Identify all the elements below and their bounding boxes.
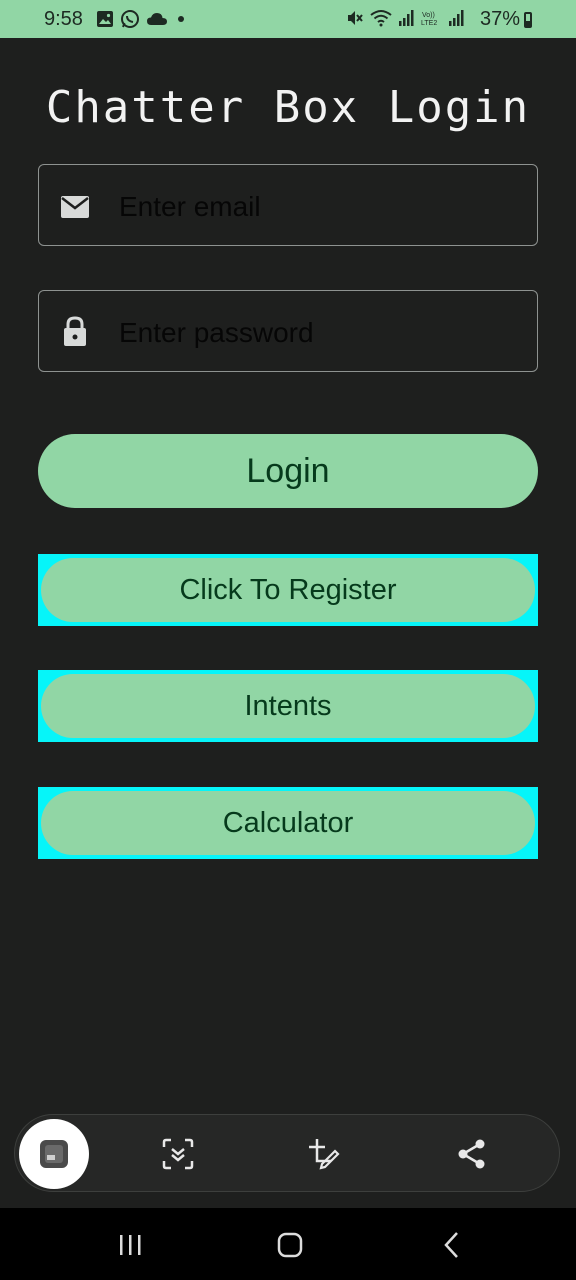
signal-icon [399,10,414,26]
back-icon[interactable] [434,1230,470,1260]
email-field[interactable] [38,164,538,246]
battery-icon [524,12,532,28]
register-button[interactable]: Click To Register [38,554,538,626]
signal-icon [449,10,464,26]
gallery-icon [97,11,113,27]
email-icon [61,196,89,218]
register-button-label[interactable]: Click To Register [41,558,535,622]
svg-text:LTE2: LTE2 [421,20,437,27]
screenshot-thumbnail[interactable] [19,1119,89,1189]
password-field[interactable] [38,290,538,372]
notification-icons [96,9,188,29]
intents-button-label[interactable]: Intents [41,674,535,738]
system-icons: Vo)) LTE2 [346,9,464,27]
calculator-button-label[interactable]: Calculator [41,791,535,855]
email-input[interactable] [117,181,521,233]
dot-icon [178,16,184,22]
mute-icon [348,11,363,25]
login-button[interactable]: Login [38,434,538,508]
thumbnail-image-icon [40,1140,68,1168]
screenshot-toolbar [14,1114,560,1192]
recents-icon[interactable] [112,1230,148,1260]
cloud-icon [147,13,167,25]
page-title: Chatter Box Login [45,82,531,133]
navigation-bar [0,1208,576,1280]
whatsapp-icon [121,10,139,28]
calculator-button[interactable]: Calculator [38,787,538,859]
svg-text:Vo)): Vo)) [422,12,435,19]
status-bar: 9:58 Vo)) LTE2 37% [0,0,576,38]
scan-icon[interactable] [161,1137,195,1171]
volte-icon: Vo)) LTE2 [421,12,437,27]
lock-icon [64,316,86,346]
password-input[interactable] [117,307,521,359]
edit-crop-icon[interactable] [307,1137,341,1171]
home-icon[interactable] [272,1230,308,1260]
battery-percent: 37% [479,8,520,30]
status-time: 9:58 [44,8,83,30]
wifi-icon [370,10,392,27]
share-icon[interactable] [455,1137,489,1171]
intents-button[interactable]: Intents [38,670,538,742]
